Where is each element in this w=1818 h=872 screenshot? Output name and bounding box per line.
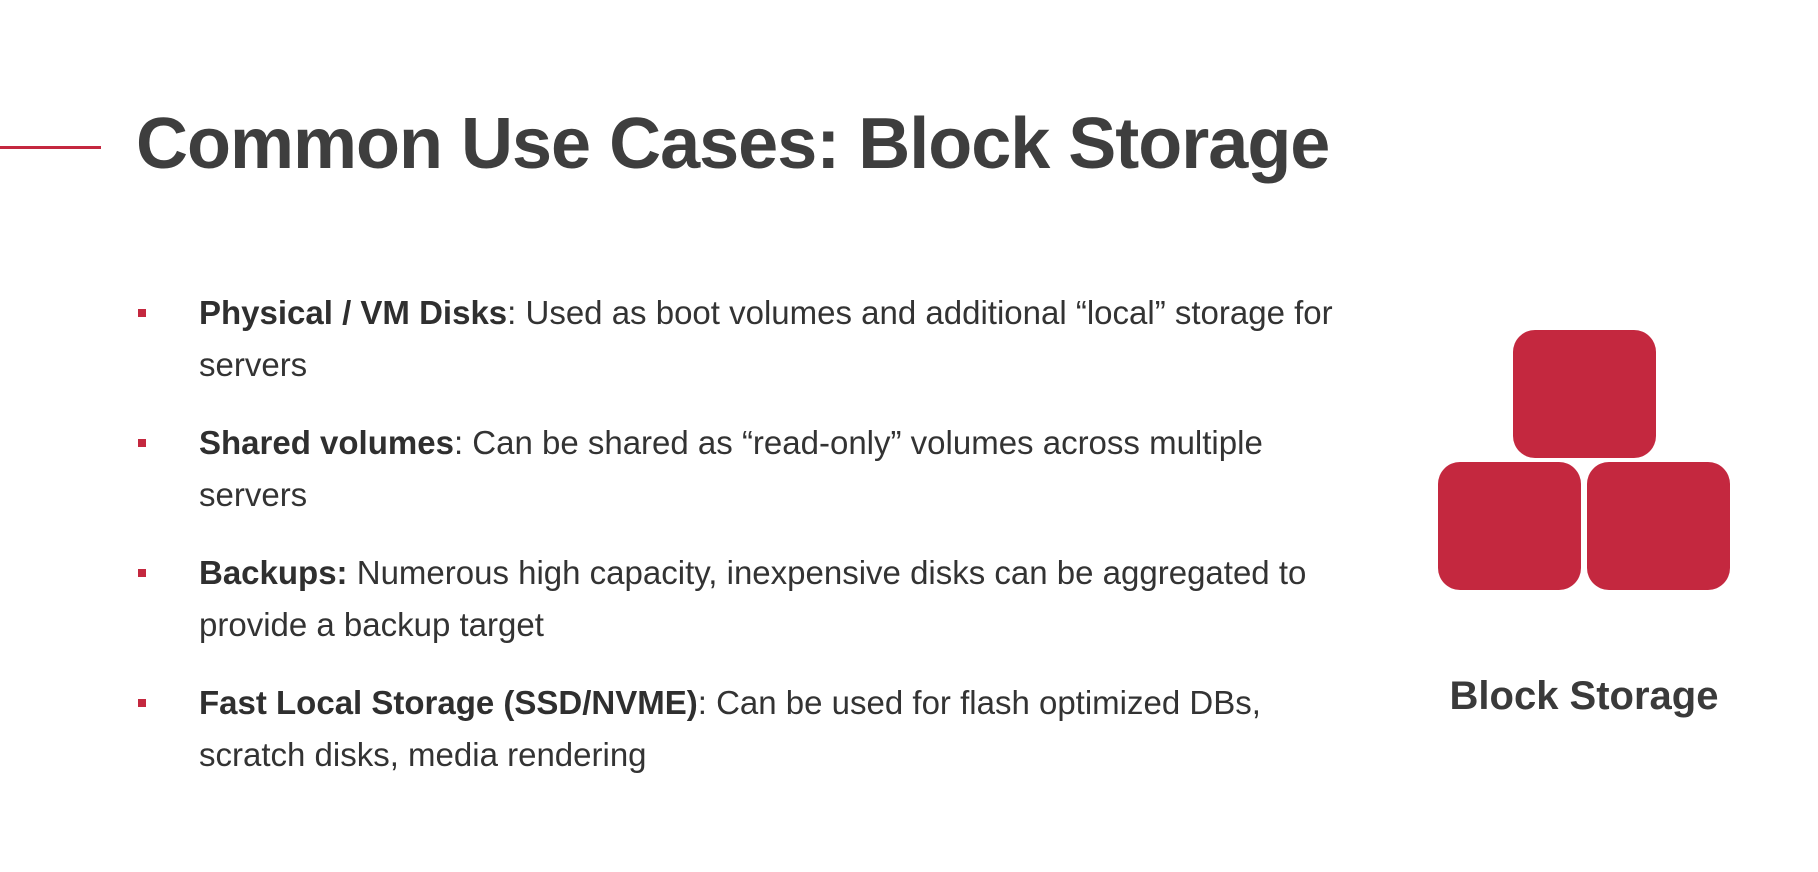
bullet-term: Backups: [199, 554, 348, 591]
bullet-square-icon [138, 699, 146, 707]
block-cube-top [1513, 330, 1656, 458]
list-item: Backups: Numerous high capacity, inexpen… [138, 547, 1353, 651]
bullet-term: Shared volumes [199, 424, 454, 461]
icon-caption: Block Storage [1449, 674, 1719, 718]
list-item: Fast Local Storage (SSD/NVME): Can be us… [138, 677, 1353, 781]
slide-title: Common Use Cases: Block Storage [136, 104, 1330, 184]
list-item: Shared volumes: Can be shared as “read-o… [138, 417, 1353, 521]
use-case-list: Physical / VM Disks: Used as boot volume… [138, 287, 1353, 807]
bullet-square-icon [138, 569, 146, 577]
list-item: Physical / VM Disks: Used as boot volume… [138, 287, 1353, 391]
bullet-square-icon [138, 309, 146, 317]
block-storage-icon [1436, 328, 1732, 592]
block-cube-bottom-left [1438, 462, 1581, 590]
bullet-square-icon [138, 439, 146, 447]
title-accent-rule [0, 146, 101, 149]
bullet-term: Physical / VM Disks [199, 294, 508, 331]
bullet-term: Fast Local Storage (SSD/NVME) [199, 684, 698, 721]
slide: Common Use Cases: Block Storage Physical… [0, 0, 1818, 872]
bullet-text: Numerous high capacity, inexpensive disk… [199, 554, 1307, 643]
block-cube-bottom-right [1587, 462, 1730, 590]
